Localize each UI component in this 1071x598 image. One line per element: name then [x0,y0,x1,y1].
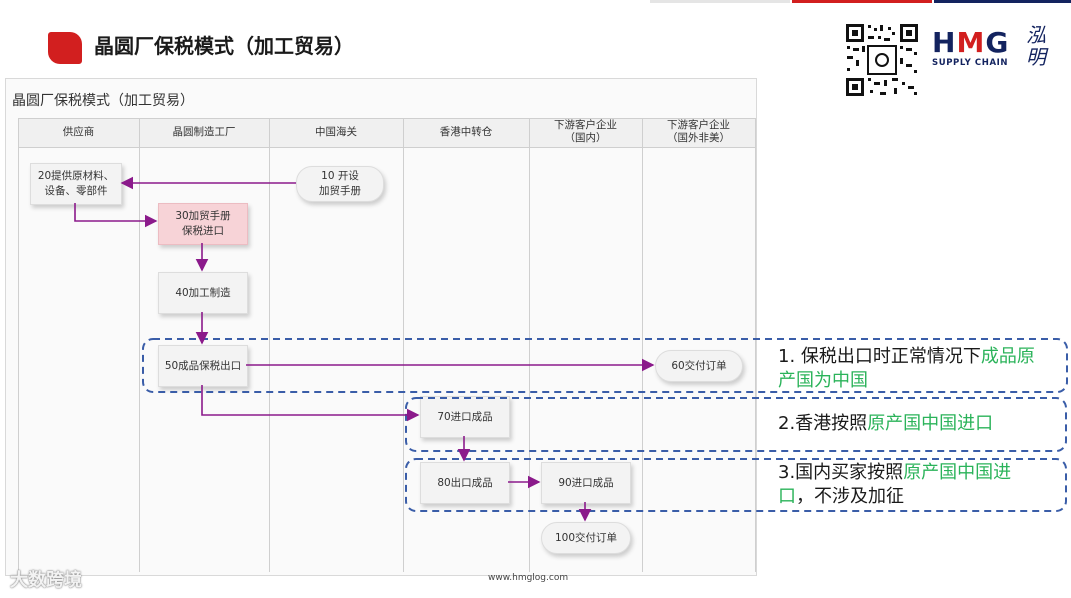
arrow-20-to-30 [74,203,158,228]
watermark: 大数跨境 [10,570,82,591]
arrow-50-to-70 [201,385,420,422]
footer-url: www.hmglog.com [488,573,569,583]
note-3: 3.国内买家按照原产国中国进口，不涉及加征 [778,461,1040,509]
note-2: 2.香港按照原产国中国进口 [778,412,1058,436]
note-2-highlight: 原产国中国进口 [867,413,994,434]
note-2-text: 2.香港按照 [778,413,868,434]
note-1: 1. 保税出口时正常情况下成品原产国为中国 [778,345,1040,393]
note-3-tail: ，不涉及加征 [796,486,904,507]
note-1-text: 1. 保税出口时正常情况下 [778,346,981,367]
note-3-text: 3.国内买家按照 [778,462,904,483]
